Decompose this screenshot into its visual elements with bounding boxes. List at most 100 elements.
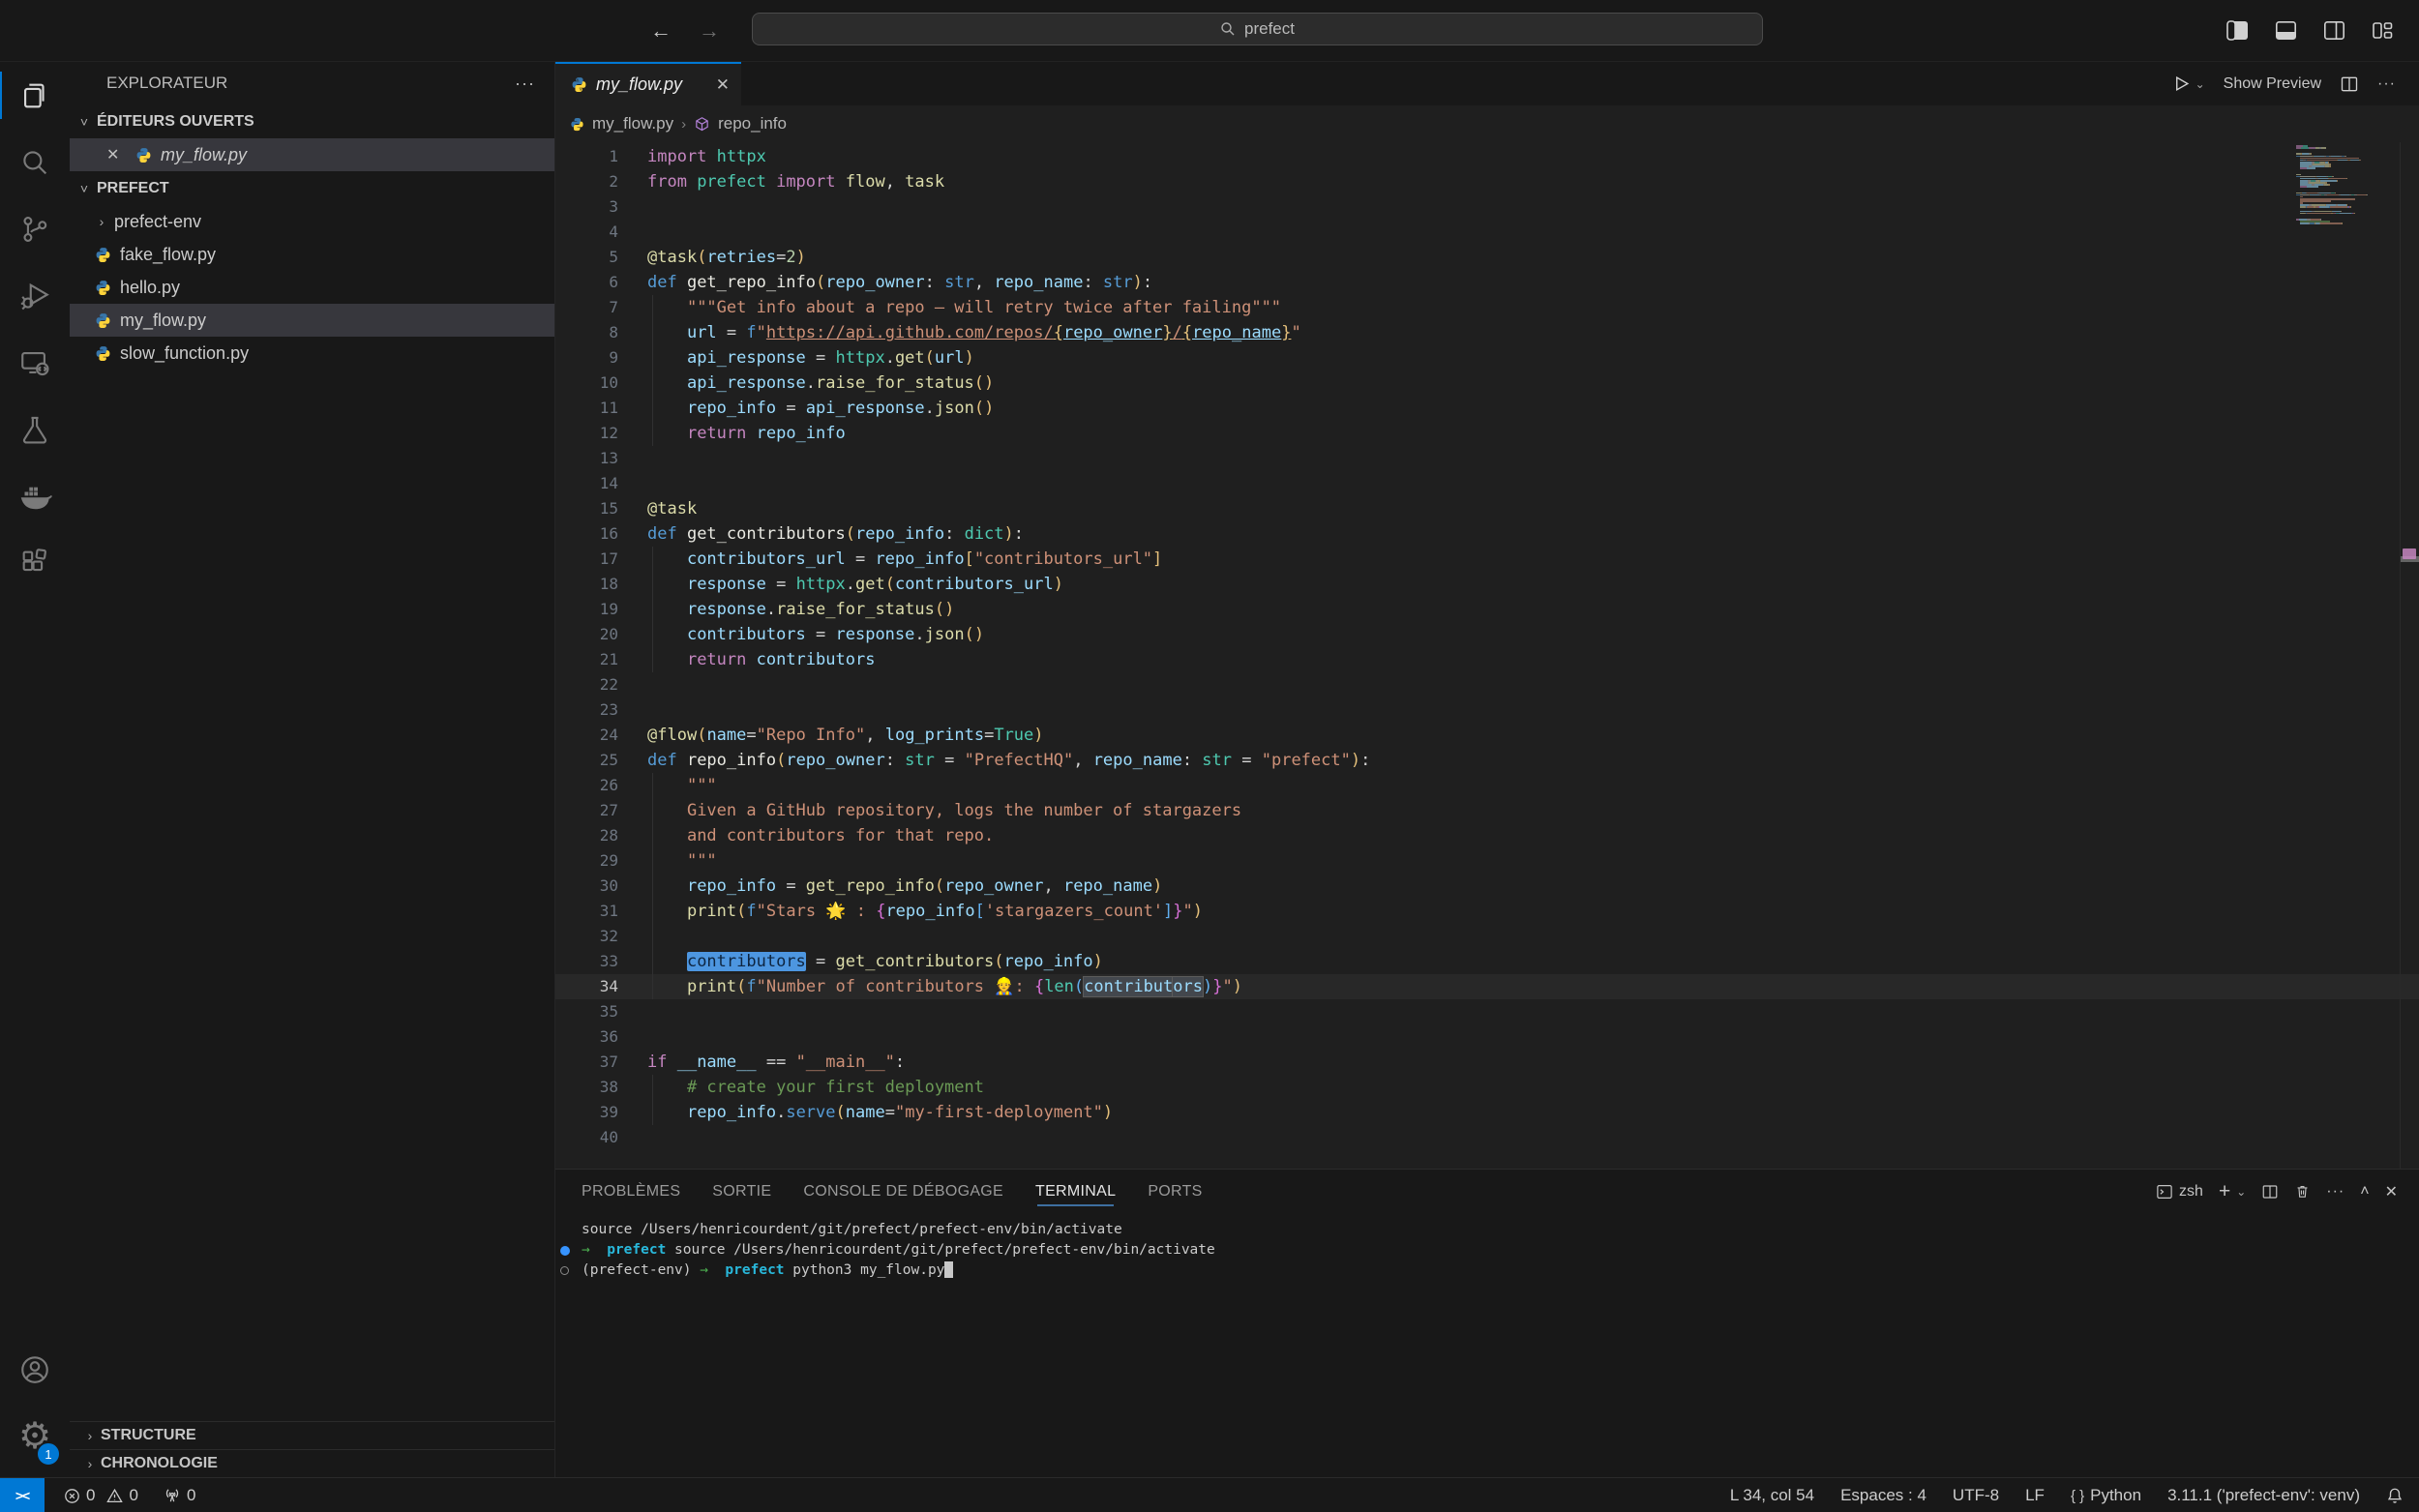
- code-line-7[interactable]: 7 """Get info about a repo – will retry …: [555, 295, 2419, 320]
- code-line-25[interactable]: 25def repo_info(repo_owner: str = "Prefe…: [555, 748, 2419, 773]
- minimap[interactable]: [2296, 145, 2368, 226]
- explorer-more-actions-icon[interactable]: ···: [515, 74, 535, 94]
- code-line-12[interactable]: 12 return repo_info: [555, 421, 2419, 446]
- language-mode[interactable]: { } Python: [2071, 1486, 2141, 1505]
- search-view-icon[interactable]: [0, 129, 70, 195]
- panel-tab-console-de-débogage[interactable]: CONSOLE DE DÉBOGAGE: [803, 1170, 1003, 1213]
- run-debug-icon[interactable]: [0, 262, 70, 329]
- code-line-33[interactable]: 33 contributors = get_contributors(repo_…: [555, 949, 2419, 974]
- open-editors-section[interactable]: ˅ ÉDITEURS OUVERTS: [70, 104, 554, 138]
- code-line-20[interactable]: 20 contributors = response.json(): [555, 622, 2419, 647]
- extensions-icon[interactable]: [0, 529, 70, 596]
- code-line-32[interactable]: 32: [555, 924, 2419, 949]
- navigate-forward-icon[interactable]: →: [699, 18, 720, 44]
- toggle-secondary-sidebar-icon[interactable]: [2323, 19, 2345, 42]
- split-editor-icon[interactable]: [2340, 74, 2359, 94]
- tab-close-icon[interactable]: ✕: [716, 75, 730, 95]
- code-line-9[interactable]: 9 api_response = httpx.get(url): [555, 345, 2419, 371]
- code-line-21[interactable]: 21 return contributors: [555, 647, 2419, 672]
- code-line-36[interactable]: 36: [555, 1024, 2419, 1050]
- toggle-primary-sidebar-icon[interactable]: [2226, 19, 2249, 42]
- code-line-23[interactable]: 23: [555, 697, 2419, 723]
- maximize-panel-icon[interactable]: ˄: [2360, 1183, 2369, 1201]
- code-line-4[interactable]: 4: [555, 220, 2419, 245]
- customize-layout-icon[interactable]: [2372, 19, 2394, 42]
- problems-status[interactable]: 0 0: [64, 1486, 138, 1505]
- cursor-position[interactable]: L 34, col 54: [1730, 1486, 1814, 1505]
- code-line-14[interactable]: 14: [555, 471, 2419, 496]
- code-line-37[interactable]: 37if __name__ == "__main__":: [555, 1050, 2419, 1075]
- section-structure[interactable]: ›STRUCTURE: [70, 1421, 554, 1449]
- code-line-5[interactable]: 5@task(retries=2): [555, 245, 2419, 270]
- code-line-13[interactable]: 13: [555, 446, 2419, 471]
- code-line-16[interactable]: 16def get_contributors(repo_info: dict):: [555, 521, 2419, 547]
- show-preview-button[interactable]: Show Preview: [2224, 75, 2321, 93]
- indentation[interactable]: Espaces : 4: [1840, 1486, 1926, 1505]
- code-line-26[interactable]: 26 """: [555, 773, 2419, 798]
- code-line-24[interactable]: 24@flow(name="Repo Info", log_prints=Tru…: [555, 723, 2419, 748]
- run-python-file-button[interactable]: ⌄: [2172, 74, 2205, 93]
- account-icon[interactable]: [0, 1336, 70, 1403]
- breadcrumb-symbol[interactable]: repo_info: [718, 114, 787, 133]
- panel-tab-ports[interactable]: PORTS: [1148, 1170, 1202, 1213]
- docker-icon[interactable]: [0, 462, 70, 529]
- code-line-34[interactable]: 34 print(f"Number of contributors 👷: {le…: [555, 974, 2419, 999]
- code-line-22[interactable]: 22: [555, 672, 2419, 697]
- section-chronologie[interactable]: ›CHRONOLOGIE: [70, 1449, 554, 1477]
- run-dropdown-icon[interactable]: ⌄: [2195, 77, 2205, 91]
- code-line-17[interactable]: 17 contributors_url = repo_info["contrib…: [555, 547, 2419, 572]
- close-editor-icon[interactable]: ✕: [106, 145, 126, 164]
- open-editor-my_flow.py[interactable]: ✕ my_flow.py: [70, 138, 554, 171]
- notifications-bell-icon[interactable]: [2386, 1487, 2404, 1504]
- code-line-19[interactable]: 19 response.raise_for_status(): [555, 597, 2419, 622]
- code-line-39[interactable]: 39 repo_info.serve(name="my-first-deploy…: [555, 1100, 2419, 1125]
- code-line-18[interactable]: 18 response = httpx.get(contributors_url…: [555, 572, 2419, 597]
- tree-item-hello.py[interactable]: hello.py: [70, 271, 554, 304]
- tree-item-my_flow.py[interactable]: my_flow.py: [70, 304, 554, 337]
- tab-my-flow[interactable]: my_flow.py ✕: [555, 62, 741, 105]
- split-terminal-icon[interactable]: [2261, 1183, 2279, 1201]
- code-line-1[interactable]: 1import httpx: [555, 144, 2419, 169]
- close-panel-icon[interactable]: ✕: [2385, 1182, 2398, 1201]
- editor-more-actions-icon[interactable]: ···: [2377, 75, 2396, 93]
- tree-item-fake_flow.py[interactable]: fake_flow.py: [70, 238, 554, 271]
- terminal[interactable]: source /Users/henricourdent/git/prefect/…: [555, 1213, 2419, 1477]
- code-line-11[interactable]: 11 repo_info = api_response.json(): [555, 396, 2419, 421]
- navigate-back-icon[interactable]: ←: [650, 18, 672, 44]
- tree-item-prefect-env[interactable]: ›prefect-env: [70, 205, 554, 238]
- code-line-30[interactable]: 30 repo_info = get_repo_info(repo_owner,…: [555, 874, 2419, 899]
- code-line-8[interactable]: 8 url = f"https://api.github.com/repos/{…: [555, 320, 2419, 345]
- new-terminal-button[interactable]: +⌄: [2219, 1180, 2246, 1203]
- code-line-3[interactable]: 3: [555, 194, 2419, 220]
- panel-more-actions-icon[interactable]: ···: [2326, 1183, 2344, 1201]
- panel-tab-problèmes[interactable]: PROBLÈMES: [582, 1170, 680, 1213]
- encoding[interactable]: UTF-8: [1953, 1486, 1999, 1505]
- code-line-28[interactable]: 28 and contributors for that repo.: [555, 823, 2419, 848]
- code-line-10[interactable]: 10 api_response.raise_for_status(): [555, 371, 2419, 396]
- settings-gear-icon[interactable]: ⚙ 1: [0, 1403, 70, 1469]
- testing-icon[interactable]: [0, 396, 70, 462]
- code-line-15[interactable]: 15@task: [555, 496, 2419, 521]
- tree-item-slow_function.py[interactable]: slow_function.py: [70, 337, 554, 370]
- python-interpreter[interactable]: 3.11.1 ('prefect-env': venv): [2167, 1486, 2360, 1505]
- project-section[interactable]: ˅ PREFECT: [70, 171, 554, 205]
- breadcrumb-file[interactable]: my_flow.py: [592, 114, 673, 133]
- code-line-29[interactable]: 29 """: [555, 848, 2419, 874]
- code-line-2[interactable]: 2from prefect import flow, task: [555, 169, 2419, 194]
- code-line-6[interactable]: 6def get_repo_info(repo_owner: str, repo…: [555, 270, 2419, 295]
- remote-explorer-icon[interactable]: [0, 329, 70, 396]
- eol[interactable]: LF: [2025, 1486, 2045, 1505]
- code-line-31[interactable]: 31 print(f"Stars 🌟 : {repo_info['stargaz…: [555, 899, 2419, 924]
- code-line-27[interactable]: 27 Given a GitHub repository, logs the n…: [555, 798, 2419, 823]
- panel-tab-terminal[interactable]: TERMINAL: [1035, 1170, 1116, 1213]
- toggle-panel-icon[interactable]: [2275, 19, 2297, 42]
- code-line-40[interactable]: 40: [555, 1125, 2419, 1150]
- code-line-35[interactable]: 35: [555, 999, 2419, 1024]
- code-editor[interactable]: 1import httpx2from prefect import flow, …: [555, 142, 2419, 1169]
- code-line-38[interactable]: 38 # create your first deployment: [555, 1075, 2419, 1100]
- remote-indicator[interactable]: ><: [0, 1478, 45, 1512]
- terminal-shell-selector[interactable]: zsh: [2156, 1183, 2203, 1201]
- panel-tab-sortie[interactable]: SORTIE: [712, 1170, 771, 1213]
- command-center-search[interactable]: prefect: [752, 13, 1763, 45]
- source-control-icon[interactable]: [0, 195, 70, 262]
